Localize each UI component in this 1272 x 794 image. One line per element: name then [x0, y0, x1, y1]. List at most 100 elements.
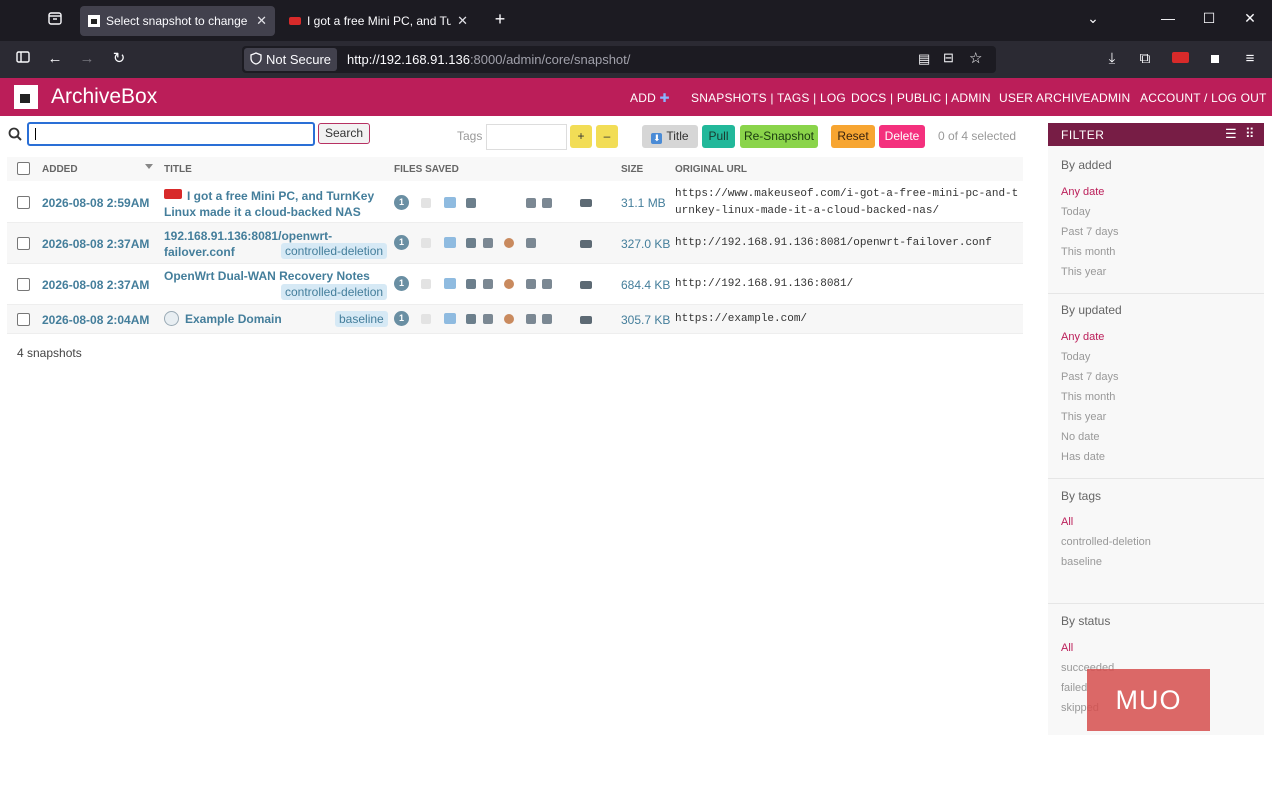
- files-count-icon[interactable]: 1: [394, 195, 409, 210]
- readability-icon[interactable]: [526, 279, 536, 289]
- row-checkbox[interactable]: [17, 196, 30, 209]
- mercury-icon[interactable]: [542, 279, 552, 289]
- download-icon[interactable]: ⤓: [1102, 50, 1122, 68]
- filter-option[interactable]: Has date: [1061, 451, 1105, 463]
- media-icon[interactable]: [580, 281, 592, 289]
- extensions-icon[interactable]: ⧉: [1135, 50, 1155, 68]
- html-icon[interactable]: [466, 238, 476, 248]
- filter-option[interactable]: All: [1061, 516, 1073, 528]
- row-title-link[interactable]: I got a free Mini PC, and TurnKey Linux …: [164, 188, 384, 220]
- delete-button[interactable]: Delete: [879, 125, 925, 148]
- tag-badge[interactable]: controlled-deletion: [281, 284, 388, 300]
- filter-option[interactable]: This month: [1061, 391, 1115, 403]
- tags-input[interactable]: [486, 124, 567, 150]
- media-icon[interactable]: [580, 199, 592, 207]
- archive-org-icon[interactable]: [504, 238, 514, 248]
- html-icon[interactable]: [466, 279, 476, 289]
- readability-icon[interactable]: [526, 198, 536, 208]
- media-icon[interactable]: [580, 316, 592, 324]
- file-text-icon[interactable]: [421, 279, 431, 289]
- filter-option[interactable]: baseline: [1061, 556, 1102, 568]
- add-tag-button[interactable]: +: [570, 125, 592, 148]
- reset-button[interactable]: Reset: [831, 125, 875, 148]
- file-text-icon[interactable]: [421, 198, 431, 208]
- filter-option[interactable]: This month: [1061, 246, 1115, 258]
- back-icon[interactable]: ←: [45, 50, 65, 68]
- wget-icon[interactable]: [483, 279, 493, 289]
- column-header-title[interactable]: TITLE: [164, 164, 192, 175]
- address-bar[interactable]: Not Secure http://192.168.91.136:8000/ad…: [242, 46, 996, 73]
- row-checkbox[interactable]: [17, 313, 30, 326]
- close-icon[interactable]: ✕: [256, 13, 267, 29]
- list-view-icon[interactable]: ☰: [1225, 126, 1237, 142]
- grid-view-icon[interactable]: ⠿: [1245, 126, 1255, 142]
- readability-icon[interactable]: [526, 238, 536, 248]
- update-title-button[interactable]: ⬇ Title: [642, 125, 698, 148]
- bookmark-star-icon[interactable]: ☆: [969, 49, 982, 67]
- save-to-pocket-icon[interactable]: ⊟: [943, 50, 954, 66]
- filter-option[interactable]: Today: [1061, 351, 1090, 363]
- archive-org-icon[interactable]: [504, 279, 514, 289]
- remove-tag-button[interactable]: –: [596, 125, 618, 148]
- sort-desc-icon[interactable]: [145, 164, 153, 169]
- minimize-icon[interactable]: —: [1158, 10, 1178, 26]
- row-original-url[interactable]: http://192.168.91.136:8081/openwrt-failo…: [675, 235, 992, 252]
- tab-overview-icon[interactable]: [45, 12, 65, 30]
- html-icon[interactable]: [466, 198, 476, 208]
- row-title-link[interactable]: OpenWrt Dual-WAN Recovery Notes: [164, 268, 384, 284]
- column-header-added[interactable]: ADDED: [42, 164, 78, 175]
- search-button[interactable]: Search: [318, 123, 370, 144]
- tag-badge[interactable]: controlled-deletion: [281, 243, 388, 259]
- nav-docs-public-admin[interactable]: DOCS | PUBLIC | ADMIN: [851, 91, 991, 105]
- files-count-icon[interactable]: 1: [394, 235, 409, 250]
- mercury-icon[interactable]: [542, 198, 552, 208]
- brand-title[interactable]: ArchiveBox: [51, 85, 157, 109]
- column-header-url[interactable]: ORIGINAL URL: [675, 164, 747, 175]
- html-icon[interactable]: [466, 314, 476, 324]
- filter-option[interactable]: Past 7 days: [1061, 226, 1118, 238]
- reload-icon[interactable]: ↻: [109, 50, 129, 68]
- readability-icon[interactable]: [526, 314, 536, 324]
- archive-org-icon[interactable]: [504, 314, 514, 324]
- pull-button[interactable]: Pull: [702, 125, 735, 148]
- filter-option[interactable]: Any date: [1061, 186, 1104, 198]
- screenshot-icon[interactable]: [444, 313, 456, 324]
- column-header-files[interactable]: FILES SAVED: [394, 164, 459, 175]
- resnapshot-button[interactable]: Re-Snapshot: [740, 125, 818, 148]
- search-input[interactable]: [27, 122, 315, 146]
- tag-badge[interactable]: baseline: [335, 311, 388, 327]
- filter-option[interactable]: failed: [1061, 682, 1087, 694]
- close-window-icon[interactable]: ✕: [1240, 10, 1260, 27]
- media-icon[interactable]: [580, 240, 592, 248]
- mercury-icon[interactable]: [542, 314, 552, 324]
- filter-option[interactable]: This year: [1061, 411, 1106, 423]
- chevron-down-icon[interactable]: ⌄: [1083, 10, 1103, 27]
- archivebox-logo-icon[interactable]: [14, 85, 38, 109]
- row-added-date[interactable]: 2026-08-08 2:59AM: [42, 196, 149, 210]
- screenshot-icon[interactable]: [444, 278, 456, 289]
- new-tab-icon[interactable]: +: [490, 9, 510, 30]
- reader-view-icon[interactable]: ▤: [918, 51, 930, 67]
- filter-option[interactable]: Any date: [1061, 331, 1104, 343]
- files-count-icon[interactable]: 1: [394, 311, 409, 326]
- wget-icon[interactable]: [483, 314, 493, 324]
- row-added-date[interactable]: 2026-08-08 2:37AM: [42, 237, 149, 251]
- filter-option[interactable]: Today: [1061, 206, 1090, 218]
- screenshot-icon[interactable]: [444, 237, 456, 248]
- maximize-icon[interactable]: ☐: [1199, 10, 1219, 27]
- forward-icon[interactable]: →: [77, 50, 97, 68]
- row-title-link[interactable]: Example Domain: [164, 311, 364, 327]
- row-checkbox[interactable]: [17, 237, 30, 250]
- tab-muo-article[interactable]: I got a free Mini PC, and TurnKe ✕: [281, 6, 476, 36]
- filter-option[interactable]: controlled-deletion: [1061, 536, 1151, 548]
- extension-icon[interactable]: [1205, 50, 1225, 68]
- nav-snapshots-tags-log[interactable]: SNAPSHOTS | TAGS | LOG: [691, 91, 846, 105]
- filter-option[interactable]: Past 7 days: [1061, 371, 1118, 383]
- file-text-icon[interactable]: [421, 238, 431, 248]
- row-added-date[interactable]: 2026-08-08 2:04AM: [42, 313, 149, 327]
- row-original-url[interactable]: http://192.168.91.136:8081/: [675, 276, 853, 293]
- column-header-size[interactable]: SIZE: [621, 164, 643, 175]
- filter-option[interactable]: All: [1061, 642, 1073, 654]
- sidebar-toggle-icon[interactable]: [13, 50, 33, 68]
- tab-archivebox[interactable]: Select snapshot to change | Ind ✕: [80, 6, 275, 36]
